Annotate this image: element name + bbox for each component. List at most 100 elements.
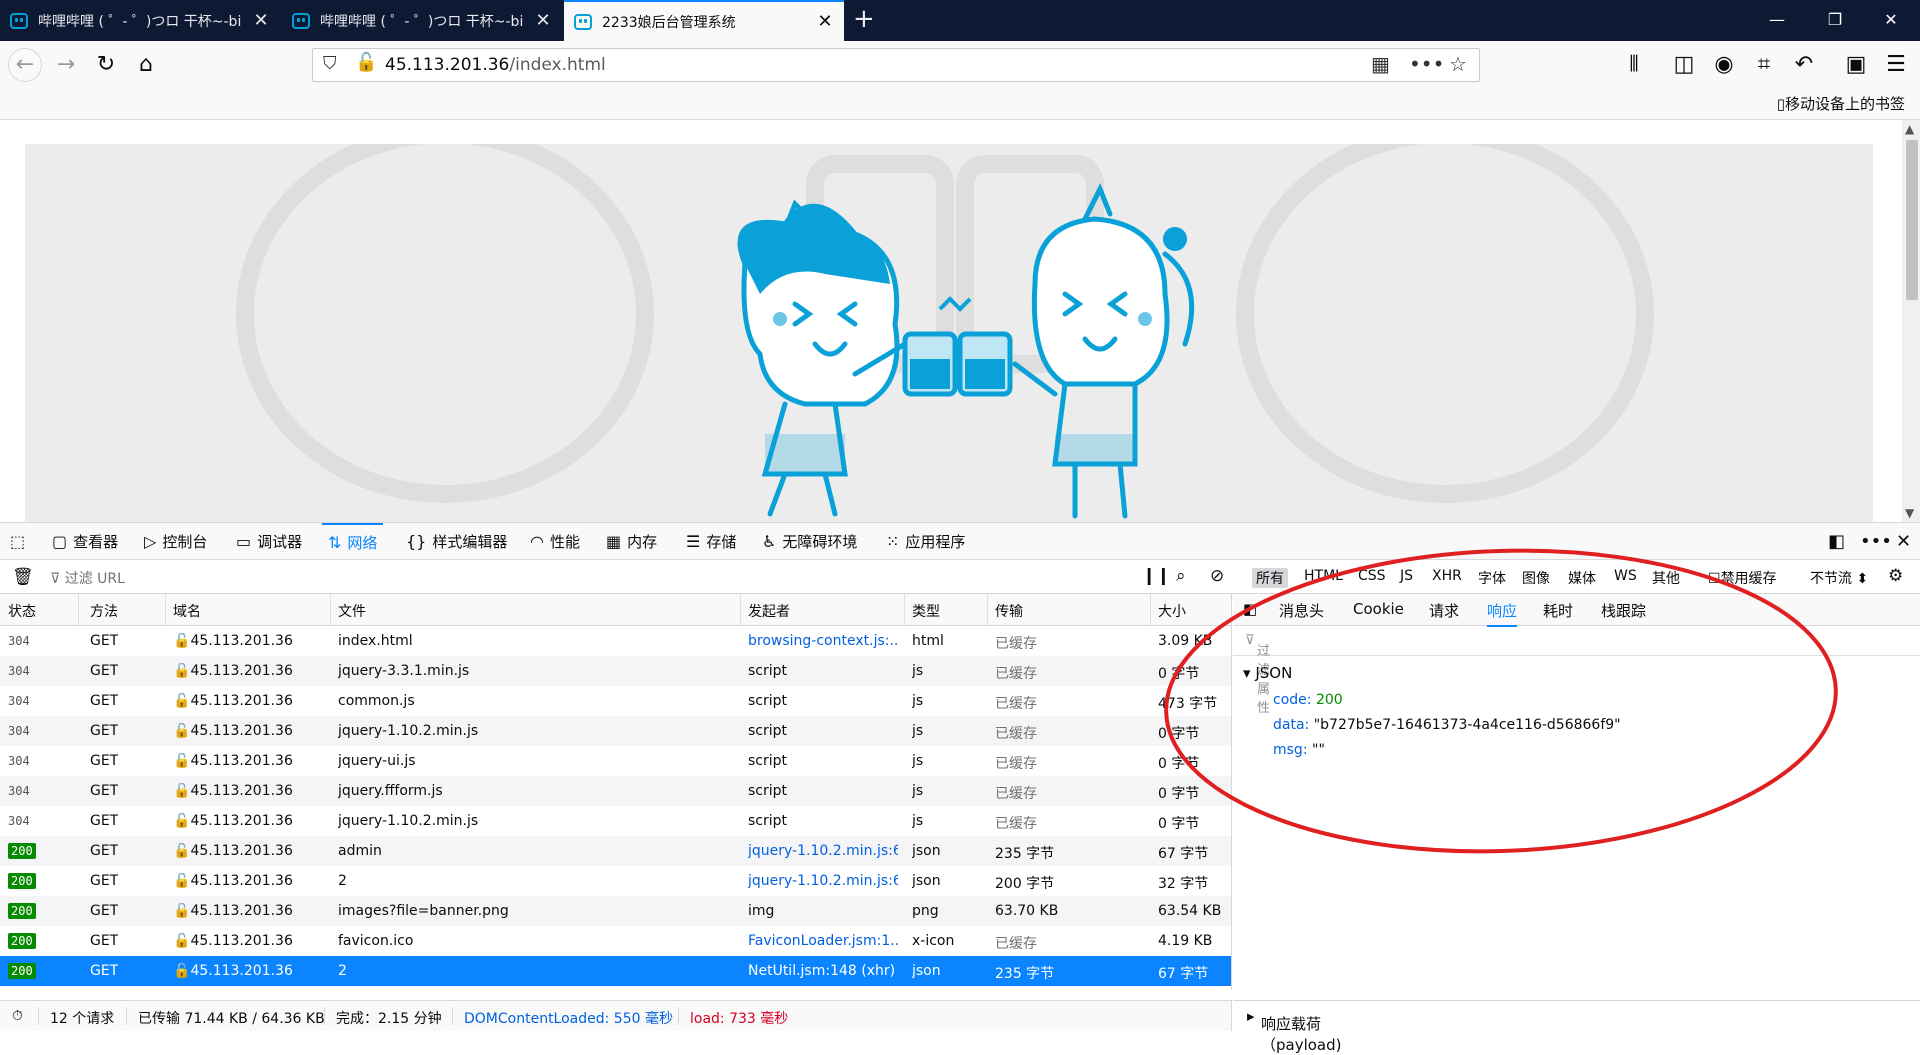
table-row[interactable]: 304 GET 🔓45.113.201.36 jquery.ffform.js scri… bbox=[0, 776, 1231, 806]
search-icon[interactable]: ⌕ bbox=[1176, 566, 1186, 586]
type-filter-media[interactable]: 媒体 bbox=[1568, 568, 1596, 588]
table-row[interactable]: 304 GET 🔓45.113.201.36 common.js script js 已缓存… bbox=[0, 686, 1231, 716]
throttling-select[interactable]: 不节流 ⬍ bbox=[1810, 568, 1868, 588]
close-tab-icon[interactable]: ✕ bbox=[816, 11, 834, 32]
type-filter-html[interactable]: HTML bbox=[1304, 568, 1343, 584]
home-icon[interactable]: ⌂ bbox=[130, 49, 162, 81]
response-payload-section[interactable]: ▸ 响应载荷（payload) bbox=[1233, 1000, 1920, 1054]
tab-response[interactable]: 响应 bbox=[1487, 600, 1518, 627]
type-filter-ws[interactable]: WS bbox=[1614, 568, 1637, 584]
table-row[interactable]: 200 GET 🔓45.113.201.36 admin jquery-1.10.2.m… bbox=[0, 836, 1231, 866]
column-status[interactable]: 状态 bbox=[8, 601, 36, 621]
filter-properties-input[interactable]: ⊽ 过滤属性 bbox=[1233, 626, 1920, 716]
payload-toggle[interactable]: ▸ 响应载荷（payload) bbox=[1247, 1007, 1342, 1054]
disable-cache-checkbox[interactable]: ☐禁用缓存 bbox=[1708, 568, 1777, 588]
address-bar[interactable]: ⛉ 🔓 45.113.201.36/index.html ▦ ••• ☆ bbox=[312, 48, 1480, 82]
page-scrollbar[interactable]: ▲ ▼ bbox=[1902, 120, 1920, 522]
page-actions-icon[interactable]: ••• bbox=[1409, 52, 1444, 76]
close-tab-icon[interactable]: ✕ bbox=[252, 10, 270, 31]
insecure-lock-icon[interactable]: 🔓 bbox=[355, 52, 377, 73]
cell-file: jquery-1.10.2.min.js bbox=[338, 813, 479, 829]
table-row[interactable]: 200 GET 🔓45.113.201.36 2 NetUtil.jsm:148 (xh… bbox=[0, 956, 1231, 986]
json-row-data[interactable]: data: "b727b5e7-16461373-4a4ce116-d56866… bbox=[1273, 717, 1621, 733]
qr-code-icon[interactable]: ▦ bbox=[1371, 52, 1390, 76]
type-filter-all[interactable]: 所有 bbox=[1252, 568, 1288, 588]
library-icon[interactable]: ⫴ bbox=[1618, 49, 1650, 81]
table-row[interactable]: 304 GET 🔓45.113.201.36 jquery-3.3.1.min.js s… bbox=[0, 656, 1231, 686]
new-tab-button[interactable]: + bbox=[853, 4, 875, 34]
tab-style-editor[interactable]: {} 样式编辑器 bbox=[406, 523, 507, 560]
toggle-sidebar-icon[interactable]: ◧ bbox=[1243, 600, 1257, 618]
column-file[interactable]: 文件 bbox=[338, 601, 366, 621]
reload-icon[interactable]: ↻ bbox=[90, 49, 122, 81]
type-filter-fonts[interactable]: 字体 bbox=[1478, 568, 1506, 588]
column-type[interactable]: 类型 bbox=[912, 601, 940, 621]
column-transferred[interactable]: 传输 bbox=[995, 601, 1023, 621]
json-tree-root[interactable]: ▾ JSON bbox=[1243, 664, 1292, 682]
scrollbar-thumb[interactable] bbox=[1906, 140, 1918, 300]
back-arrow-icon[interactable]: ← bbox=[8, 48, 42, 82]
close-window-button[interactable]: ✕ bbox=[1866, 0, 1916, 41]
column-domain[interactable]: 域名 bbox=[173, 601, 201, 621]
type-filter-other[interactable]: 其他 bbox=[1652, 568, 1680, 588]
type-filter-css[interactable]: CSS bbox=[1358, 568, 1386, 584]
json-row-code[interactable]: code: 200 bbox=[1273, 692, 1343, 708]
column-method[interactable]: 方法 bbox=[90, 601, 118, 621]
type-filter-images[interactable]: 图像 bbox=[1522, 568, 1550, 588]
column-initiator[interactable]: 发起者 bbox=[748, 601, 790, 621]
scroll-up-icon[interactable]: ▲ bbox=[1905, 122, 1914, 136]
pause-icon[interactable]: ❙❙ bbox=[1142, 566, 1171, 586]
settings-gear-icon[interactable]: ⚙ bbox=[1888, 566, 1903, 586]
tracking-shield-icon[interactable]: ⛉ bbox=[323, 53, 337, 74]
tab-request[interactable]: 请求 bbox=[1429, 600, 1459, 621]
more-options-icon[interactable]: ••• bbox=[1860, 531, 1892, 552]
json-row-msg[interactable]: msg: "" bbox=[1273, 742, 1325, 758]
close-tab-icon[interactable]: ✕ bbox=[534, 10, 552, 31]
column-size[interactable]: 大小 bbox=[1158, 601, 1186, 621]
dock-side-icon[interactable]: ◧ bbox=[1828, 531, 1845, 552]
account-icon[interactable]: ◉ bbox=[1708, 49, 1740, 81]
scroll-down-icon[interactable]: ▼ bbox=[1905, 506, 1914, 520]
table-row[interactable]: 304 GET 🔓45.113.201.36 jquery-1.10.2.min.js… bbox=[0, 806, 1231, 836]
crop-icon[interactable]: ⌗ bbox=[1748, 49, 1780, 81]
tab-performance[interactable]: ◠ 性能 bbox=[530, 523, 580, 560]
sidebar-icon[interactable]: ◫ bbox=[1668, 49, 1700, 81]
tab-cookies[interactable]: Cookie bbox=[1353, 600, 1404, 618]
table-row[interactable]: 304 GET 🔓45.113.201.36 index.html browsing-c… bbox=[0, 626, 1231, 656]
minimize-window-button[interactable]: — bbox=[1752, 0, 1802, 41]
table-row[interactable]: 304 GET 🔓45.113.201.36 jquery-1.10.2.min.js… bbox=[0, 716, 1231, 746]
restore-window-button[interactable]: ❐ bbox=[1810, 0, 1860, 41]
tab-headers[interactable]: 消息头 bbox=[1279, 600, 1324, 621]
filter-url-input[interactable]: ⊽ 过滤 URL bbox=[50, 568, 125, 588]
tab-application[interactable]: ⁙ 应用程序 bbox=[886, 523, 965, 560]
tab-accessibility[interactable]: ♿ 无障碍环境 bbox=[762, 523, 857, 560]
type-filter-js[interactable]: JS bbox=[1400, 568, 1413, 584]
tab-network[interactable]: ⇅ 网络 bbox=[322, 523, 384, 560]
browser-tab[interactable]: 哔哩哔哩 ( ゜- ゜)つロ 干杯~-bi ✕ bbox=[282, 0, 562, 41]
tab-inspector[interactable]: ▢ 查看器 bbox=[52, 523, 118, 560]
undo-icon[interactable]: ↶ bbox=[1788, 49, 1820, 81]
bookmark-star-icon[interactable]: ☆ bbox=[1449, 52, 1467, 76]
block-icon[interactable]: ⊘ bbox=[1210, 566, 1224, 586]
mobile-bookmarks[interactable]: ▯移动设备上的书签 bbox=[1777, 93, 1905, 114]
menu-icon[interactable]: ☰ bbox=[1880, 49, 1912, 81]
tab-debugger[interactable]: ▭ 调试器 bbox=[236, 523, 302, 560]
element-picker-icon[interactable]: ⬚ bbox=[10, 523, 31, 560]
tab-console[interactable]: ▷ 控制台 bbox=[144, 523, 207, 560]
type-filter-xhr[interactable]: XHR bbox=[1432, 568, 1462, 584]
tab-stack-trace[interactable]: 栈跟踪 bbox=[1601, 600, 1646, 621]
url-text[interactable]: 45.113.201.36/index.html bbox=[385, 55, 606, 75]
tab-memory[interactable]: ▦ 内存 bbox=[606, 523, 657, 560]
table-row[interactable]: 200 GET 🔓45.113.201.36 favicon.ico FaviconLo… bbox=[0, 926, 1231, 956]
browser-tab[interactable]: 哔哩哔哩 ( ゜- ゜)つロ 干杯~-bi ✕ bbox=[0, 0, 280, 41]
forward-arrow-icon[interactable]: → bbox=[50, 49, 82, 81]
trash-icon[interactable]: 🗑 bbox=[12, 567, 34, 587]
table-row[interactable]: 304 GET 🔓45.113.201.36 jquery-ui.js script js… bbox=[0, 746, 1231, 776]
close-devtools-icon[interactable]: ✕ bbox=[1896, 531, 1911, 552]
table-row[interactable]: 200 GET 🔓45.113.201.36 images?file=banner.p… bbox=[0, 896, 1231, 926]
extensions-icon[interactable]: ▣ bbox=[1840, 49, 1872, 81]
browser-tab-active[interactable]: 2233娘后台管理系统 ✕ bbox=[564, 0, 844, 41]
table-row[interactable]: 200 GET 🔓45.113.201.36 2 jquery-1.10.2.min.j… bbox=[0, 866, 1231, 896]
tab-storage[interactable]: ☰ 存储 bbox=[686, 523, 736, 560]
tab-timings[interactable]: 耗时 bbox=[1543, 600, 1573, 621]
